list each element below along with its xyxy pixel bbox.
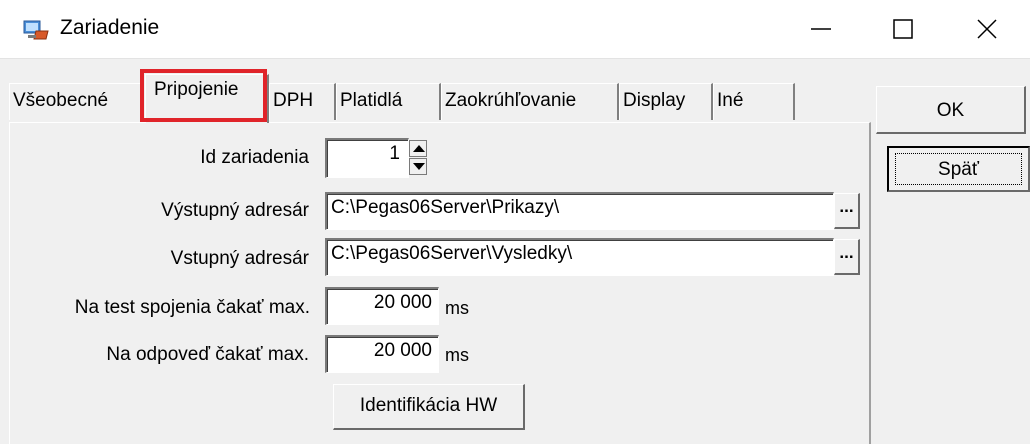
tab-ine[interactable]: Iné [713, 83, 795, 120]
tab-dph[interactable]: DPH [269, 83, 336, 120]
title-bar: Zariadenie [0, 0, 1030, 59]
spin-down-button[interactable] [409, 158, 427, 175]
device-computer-icon [22, 18, 50, 42]
input-dir-label: Vstupný adresár [170, 248, 309, 269]
maximize-button[interactable] [868, 0, 938, 58]
output-dir-input[interactable]: C:\Pegas06Server\Prikazy\ [325, 192, 834, 230]
device-id-input[interactable]: 1 [325, 138, 409, 178]
back-button[interactable]: Späť [887, 146, 1030, 192]
tab-zaokruhlovanie[interactable]: Zaokrúhľovanie [441, 83, 619, 120]
output-dir-label: Výstupný adresár [161, 200, 309, 221]
browse-input-dir-button[interactable]: ... [834, 239, 860, 275]
spin-up-button[interactable] [409, 140, 427, 157]
window-title: Zariadenie [60, 16, 160, 39]
device-id-label: Id zariadenia [200, 147, 309, 168]
minimize-button[interactable] [786, 0, 856, 58]
arrow-up-icon [413, 145, 425, 152]
ok-button[interactable]: OK [876, 86, 1026, 134]
focus-ring [895, 153, 1022, 185]
response-wait-label: Na odpoveď čakať max. [106, 344, 309, 365]
tab-vseobecne[interactable]: Všeobecné [9, 83, 144, 120]
close-icon [977, 19, 997, 39]
active-tab-highlight [140, 69, 267, 122]
connection-test-wait-input[interactable]: 20 000 [325, 287, 439, 325]
connection-test-wait-label: Na test spojenia čakať max. [74, 297, 310, 318]
tab-platidla[interactable]: Platidlá [336, 83, 441, 120]
device-id-spinner[interactable] [409, 140, 427, 176]
identify-hw-button[interactable]: Identifikácia HW [333, 384, 525, 430]
response-wait-unit: ms [445, 345, 469, 365]
input-dir-input[interactable]: C:\Pegas06Server\Vysledky\ [325, 238, 834, 276]
arrow-down-icon [413, 163, 425, 170]
close-button[interactable] [952, 0, 1022, 58]
response-wait-input[interactable]: 20 000 [325, 335, 439, 373]
connection-test-wait-unit: ms [445, 298, 469, 318]
minimize-icon [811, 28, 831, 30]
tab-display[interactable]: Display [619, 83, 713, 120]
browse-output-dir-button[interactable]: ... [834, 193, 860, 229]
maximize-icon [893, 19, 913, 39]
